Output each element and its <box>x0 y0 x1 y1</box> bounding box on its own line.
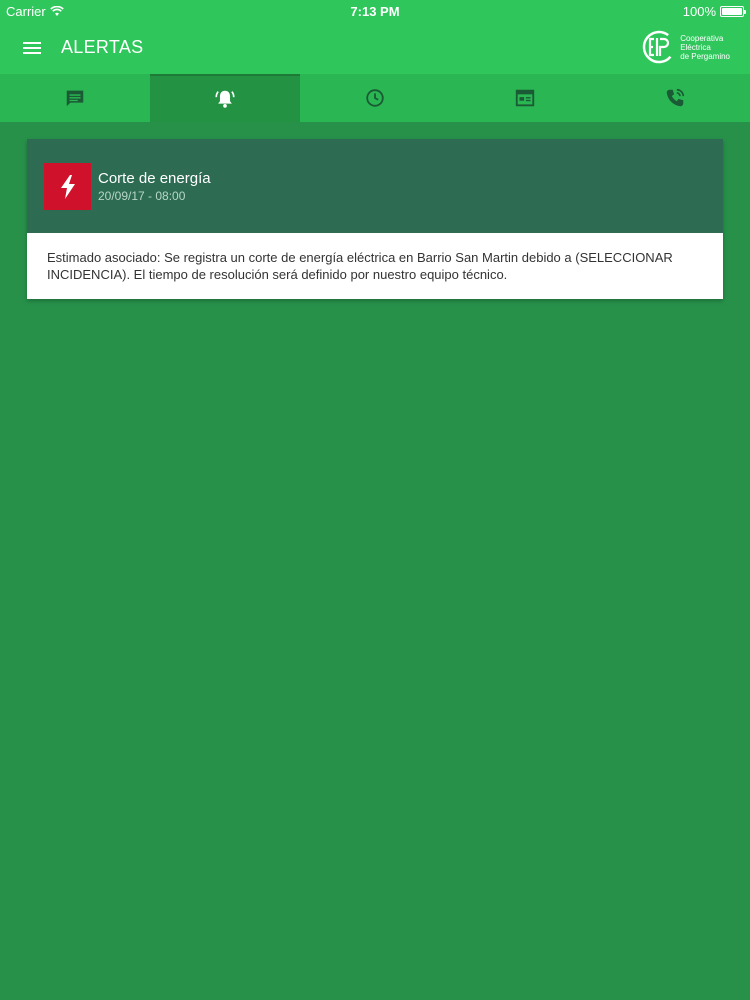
tab-bar <box>0 74 750 122</box>
battery-indicator: 100% <box>682 4 746 19</box>
phone-icon <box>666 88 685 107</box>
tab-contact[interactable] <box>600 74 750 122</box>
bell-alert-icon <box>215 90 235 108</box>
battery-icon <box>720 6 746 17</box>
alert-message: Estimado asociado: Se registra un corte … <box>27 233 723 299</box>
tab-alerts[interactable] <box>150 74 300 122</box>
logo-line-2: Eléctrica <box>680 42 711 52</box>
clock-icon <box>366 89 384 107</box>
tab-calendar[interactable] <box>450 74 600 122</box>
menu-button[interactable] <box>14 34 50 62</box>
app-header: ALERTAS Cooperativa Eléctrica de Pergami… <box>0 22 750 74</box>
tab-history[interactable] <box>300 74 450 122</box>
status-bar: Carrier 7:13 PM 100% <box>0 0 750 22</box>
logo-line-1: Cooperativa <box>680 33 724 43</box>
alert-title: Corte de energía <box>98 170 211 187</box>
calendar-icon <box>515 89 535 107</box>
alert-card[interactable]: Corte de energía 20/09/17 - 08:00 Estima… <box>27 139 723 299</box>
lightning-icon <box>60 174 75 199</box>
cooperativa-logo: Cooperativa Eléctrica de Pergamino <box>642 30 730 64</box>
alert-header: Corte de energía 20/09/17 - 08:00 <box>27 139 723 233</box>
tab-messages[interactable] <box>0 74 150 122</box>
page-title: ALERTAS <box>61 37 144 57</box>
logo-text: Cooperativa Eléctrica de Pergamino <box>680 34 730 61</box>
battery-percent: 100% <box>682 4 716 19</box>
status-time: 7:13 PM <box>350 4 400 19</box>
cep-logo-icon <box>642 30 676 64</box>
alert-icon-badge <box>44 163 91 210</box>
alert-date: 20/09/17 - 08:00 <box>98 189 186 203</box>
message-icon <box>66 90 84 107</box>
logo-line-3: de Pergamino <box>680 51 730 61</box>
